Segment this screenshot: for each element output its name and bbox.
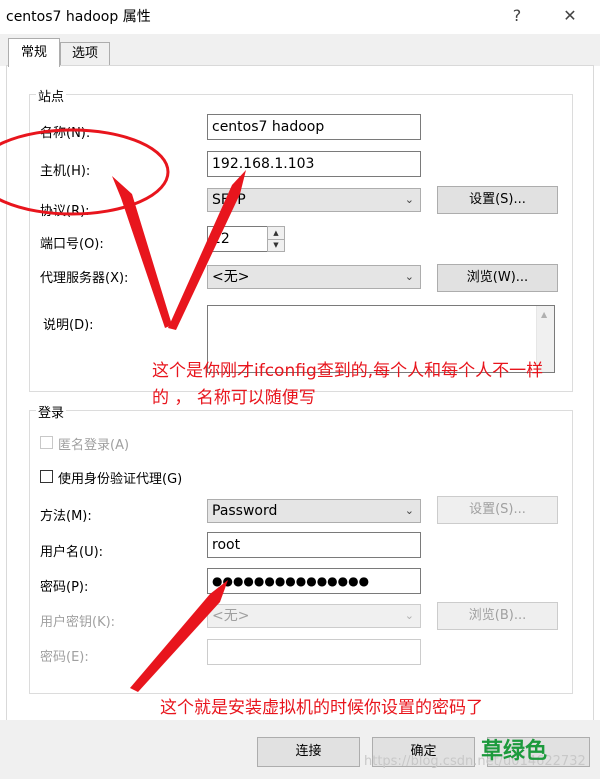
annotation-arrow-right [168, 170, 246, 330]
annotation-arrow-password [130, 580, 228, 692]
watermark-url: https://blog.csdn.net/u014622732 [364, 754, 586, 769]
host-highlight-ellipse [0, 128, 170, 216]
watermark-logo: 草绿色 [481, 739, 548, 764]
tab-general[interactable]: 常规 [8, 38, 60, 67]
annotation-note-1: 这个是你刚才ifconfig查到的,每个人和每个人不一样 [152, 361, 544, 381]
annotation-note-2: 这个就是安装虚拟机的时候你设置的密码了 [160, 698, 483, 718]
annotation-note-1b: 的 ， 名称可以随便写 [152, 388, 316, 408]
annotation-arrow-left [112, 176, 172, 328]
